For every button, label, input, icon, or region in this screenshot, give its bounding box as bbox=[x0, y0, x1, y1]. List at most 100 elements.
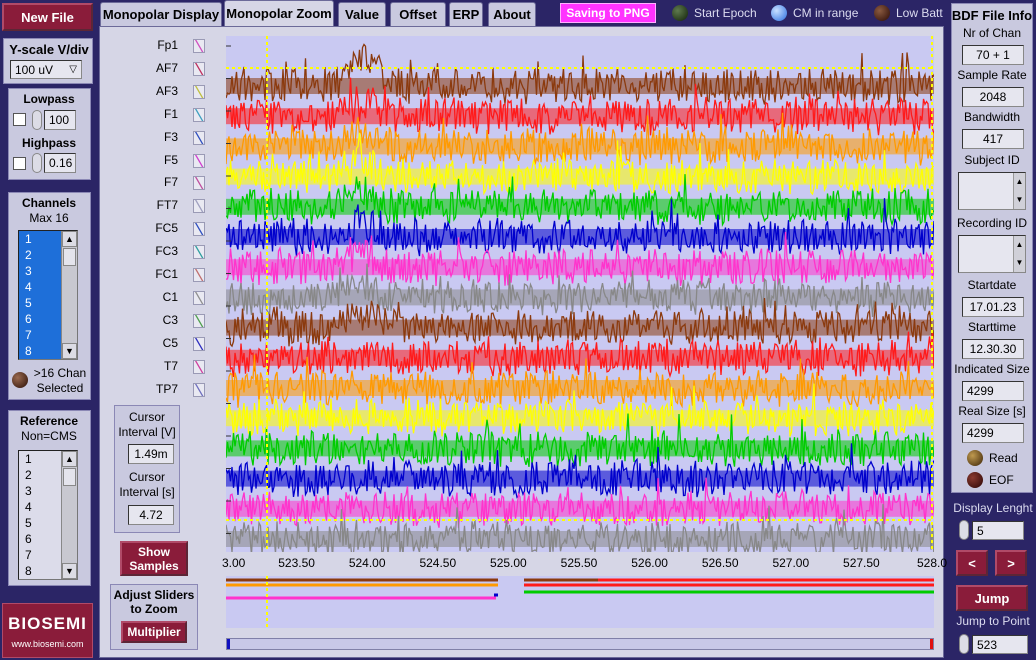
tab-offset[interactable]: Offset bbox=[390, 2, 446, 26]
startdate-label: Startdate bbox=[967, 278, 1017, 292]
next-button[interactable]: > bbox=[995, 550, 1027, 576]
channel-color-box[interactable] bbox=[193, 382, 205, 397]
channel-color-box[interactable] bbox=[193, 84, 205, 99]
channel-color-box[interactable] bbox=[193, 313, 205, 328]
channels-scrollbar[interactable]: ▲ ▼ bbox=[61, 231, 77, 359]
channel-label: C5 bbox=[162, 335, 178, 350]
x-tick-label: 524.00 bbox=[348, 556, 386, 570]
start-epoch-label: Start Epoch bbox=[694, 6, 757, 20]
channel-color-box[interactable] bbox=[193, 359, 205, 374]
tab-monopolar-zoom[interactable]: Monopolar Zoom bbox=[224, 0, 334, 26]
start-epoch-led bbox=[672, 5, 688, 21]
cursor-s-value: 4.72 bbox=[128, 505, 174, 525]
channels-listbox[interactable]: 12345678 ▲ ▼ bbox=[18, 230, 78, 360]
startdate-value: 17.01.23 bbox=[962, 297, 1024, 317]
channel-color-box[interactable] bbox=[193, 290, 205, 305]
position-slider[interactable] bbox=[226, 638, 934, 650]
yscale-select[interactable]: 100 uV ▽ bbox=[10, 60, 82, 79]
channels-label: Channels bbox=[21, 196, 76, 210]
show-samples-button[interactable]: Show Samples bbox=[120, 541, 188, 576]
jump-to-point-field[interactable]: 523 bbox=[972, 635, 1028, 654]
channel-label: AF3 bbox=[155, 83, 178, 98]
overview-strip[interactable] bbox=[226, 576, 934, 628]
sample-rate-label: Sample Rate bbox=[957, 68, 1027, 82]
lowpass-checkbox[interactable] bbox=[13, 113, 26, 126]
scroll-up-icon[interactable]: ▲ bbox=[62, 451, 77, 467]
channel-color-box[interactable] bbox=[193, 268, 205, 282]
slider-left-marker[interactable] bbox=[227, 639, 230, 649]
highpass-checkbox[interactable] bbox=[13, 157, 26, 170]
scroll-down-icon[interactable]: ▼ bbox=[62, 563, 77, 579]
x-tick-label: 527.00 bbox=[772, 556, 810, 570]
subject-id-scrollbar[interactable]: ▲ ▼ bbox=[1013, 173, 1025, 209]
scroll-thumb[interactable] bbox=[63, 248, 76, 266]
multiplier-button[interactable]: Multiplier bbox=[121, 621, 187, 643]
channel-label: AF7 bbox=[155, 60, 178, 75]
sample-rate-value: 2048 bbox=[962, 87, 1024, 107]
yscale-value: 100 uV bbox=[15, 62, 54, 77]
saving-png-indicator: Saving to PNG bbox=[560, 3, 656, 23]
prev-button[interactable]: < bbox=[956, 550, 988, 576]
eeg-trace-band bbox=[226, 168, 934, 185]
channel-color-box[interactable] bbox=[193, 176, 205, 191]
tab-monopolar-display[interactable]: Monopolar Display bbox=[100, 2, 222, 26]
highpass-field[interactable]: 0.16 bbox=[44, 153, 76, 173]
bdf-info-title: BDF File Info bbox=[951, 8, 1033, 23]
channels-max-label: Max 16 bbox=[29, 211, 69, 225]
scroll-thumb[interactable] bbox=[63, 468, 76, 486]
tab-erp[interactable]: ERP bbox=[449, 2, 483, 26]
reference-listbox[interactable]: 12345678 ▲ ▼ bbox=[18, 450, 78, 580]
new-file-button[interactable]: New File bbox=[2, 3, 93, 31]
channel-color-box[interactable] bbox=[193, 222, 205, 237]
yscale-label: Y-scale V/div bbox=[9, 42, 89, 57]
eeg-plot[interactable] bbox=[226, 36, 934, 552]
nr-chan-label: Nr of Chan bbox=[962, 26, 1022, 40]
slider-right-marker[interactable] bbox=[930, 639, 933, 649]
x-tick-label: 525.00 bbox=[490, 556, 527, 570]
display-length-spinner[interactable] bbox=[959, 520, 969, 540]
eof-led bbox=[967, 472, 983, 488]
subject-id-field[interactable]: ▲ ▼ bbox=[958, 172, 1026, 210]
low-batt-led bbox=[874, 5, 890, 21]
channel-label: C3 bbox=[162, 312, 178, 327]
channel-color-box[interactable] bbox=[193, 199, 205, 214]
channel-color-box[interactable] bbox=[193, 336, 205, 351]
channel-color-box[interactable] bbox=[193, 39, 205, 53]
jump-to-point-spinner[interactable] bbox=[959, 634, 969, 654]
channel-color-box[interactable] bbox=[193, 130, 205, 145]
channel-color-box[interactable] bbox=[193, 61, 205, 76]
chevron-down-icon: ▽ bbox=[69, 64, 77, 75]
highpass-spinner[interactable] bbox=[32, 153, 42, 173]
tab-about[interactable]: About bbox=[488, 2, 536, 26]
scroll-down-icon[interactable]: ▼ bbox=[62, 343, 77, 359]
channel-color-box[interactable] bbox=[193, 153, 205, 168]
display-length-field[interactable]: 5 bbox=[972, 521, 1024, 540]
channel-color-box[interactable] bbox=[193, 107, 205, 122]
channel-label: FC3 bbox=[155, 244, 178, 259]
channel-color-box[interactable] bbox=[193, 245, 205, 260]
cursor-v-value: 1.49m bbox=[128, 444, 174, 464]
over16-label: >16 Chan Selected bbox=[30, 366, 90, 396]
channel-label: FC1 bbox=[155, 267, 178, 281]
reference-scrollbar[interactable]: ▲ ▼ bbox=[61, 451, 77, 579]
cm-range-label: CM in range bbox=[793, 6, 859, 20]
display-length-label: Display Lenght bbox=[953, 501, 1033, 515]
bandwidth-label: Bandwidth bbox=[963, 110, 1021, 124]
jump-button[interactable]: Jump bbox=[956, 585, 1028, 611]
bandwidth-value: 417 bbox=[962, 129, 1024, 149]
reference-label: Reference bbox=[19, 414, 79, 428]
channel-label: TP7 bbox=[155, 381, 178, 396]
scroll-up-icon[interactable]: ▲ bbox=[62, 231, 77, 247]
highpass-label: Highpass bbox=[21, 136, 76, 150]
x-tick-label: 523.50 bbox=[278, 556, 315, 570]
cursor-s-label-1: Cursor bbox=[128, 470, 165, 484]
recording-id-field[interactable]: ▲ ▼ bbox=[958, 235, 1026, 273]
adjust-label: Adjust Sliders to Zoom bbox=[110, 588, 198, 616]
x-tick-label: 524.50 bbox=[419, 556, 457, 570]
recording-id-scrollbar[interactable]: ▲ ▼ bbox=[1013, 236, 1025, 272]
lowpass-field[interactable]: 100 bbox=[44, 110, 76, 130]
lowpass-spinner[interactable] bbox=[32, 110, 42, 130]
over16-line1: >16 Chan bbox=[33, 366, 87, 380]
channel-label: FC5 bbox=[155, 221, 178, 236]
tab-value[interactable]: Value bbox=[338, 2, 386, 26]
